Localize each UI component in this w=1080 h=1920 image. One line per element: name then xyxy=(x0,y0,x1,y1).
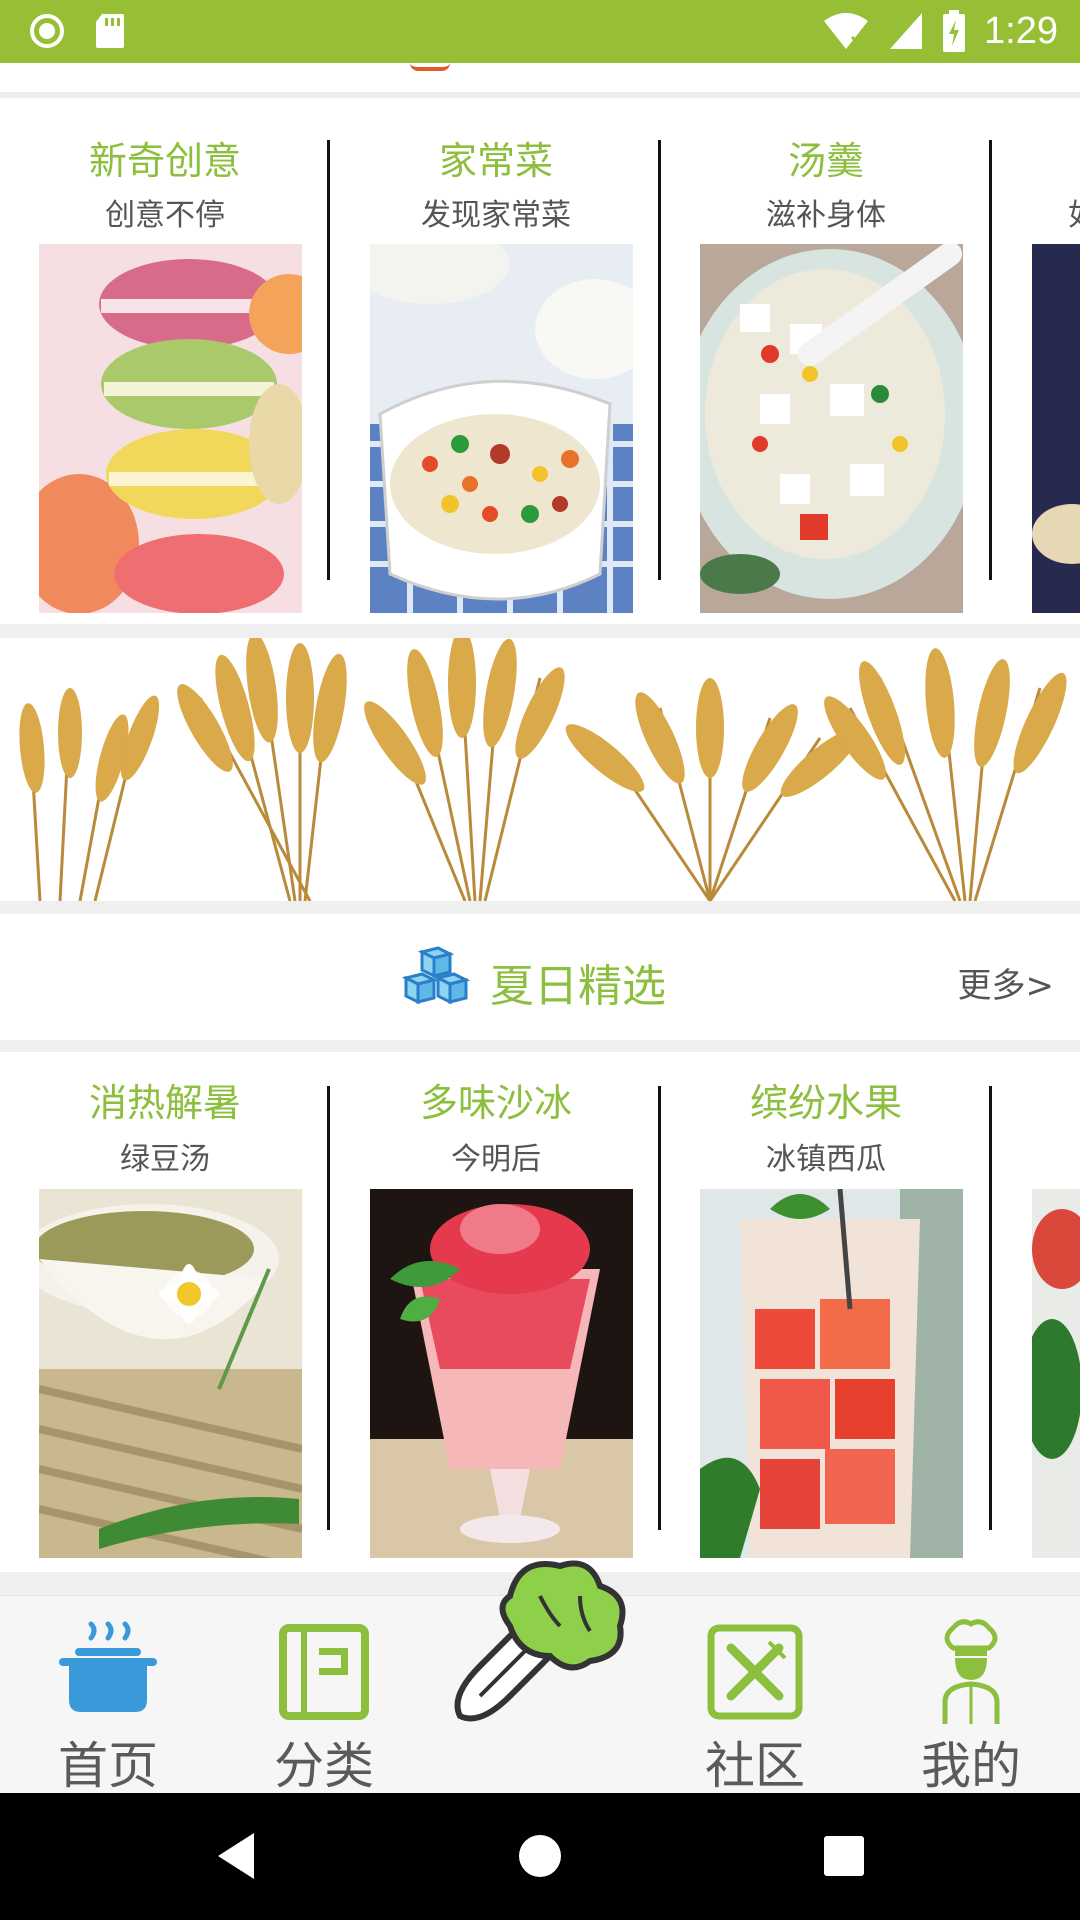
nav-label: 分类 xyxy=(274,1737,374,1795)
card-subtitle: 创意不停 xyxy=(105,198,225,233)
card-title: 汤羹 xyxy=(787,139,864,183)
category-card[interactable]: 如 xyxy=(992,104,1080,624)
card-subtitle: 滋补身体 xyxy=(766,198,886,233)
ice-cubes-icon xyxy=(401,946,471,1005)
card-title: 消热解暑 xyxy=(88,1081,241,1125)
home-icon[interactable] xyxy=(517,1833,563,1879)
center-cabbage-button[interactable] xyxy=(440,1546,640,1746)
nav-profile[interactable]: 我的 xyxy=(891,1596,1051,1795)
section-title: 夏日精选 xyxy=(490,961,666,1012)
category-card[interactable]: 家常菜 发现家常菜 xyxy=(331,104,661,624)
category-row-1: 新奇创意 创意不停 家常菜 发现家常菜 汤羹 滋补身体 xyxy=(0,104,1080,624)
partial-dish-image xyxy=(1032,244,1080,613)
clock-time: 1:29 xyxy=(984,9,1058,52)
system-navigation-bar xyxy=(0,1793,1080,1920)
category-card[interactable]: 新奇创意 创意不停 xyxy=(0,104,330,624)
status-bar: 1:29 xyxy=(0,0,1080,63)
card-title: 家常菜 xyxy=(438,139,553,183)
category-card[interactable]: 缤纷水果 冰镇西瓜 xyxy=(661,1052,991,1572)
partial-fruit-image xyxy=(1032,1189,1080,1558)
category-card[interactable]: 消热解暑 绿豆汤 xyxy=(0,1052,330,1572)
more-link[interactable]: 更多> xyxy=(958,958,1055,1007)
nav-category[interactable]: 分类 xyxy=(244,1596,404,1795)
watermelon-drink-image xyxy=(700,1189,963,1558)
summer-picks-header: 夏日精选 更多> xyxy=(0,914,1080,1040)
category-row-2: 消热解暑 绿豆汤 多味沙冰 今明后 缤纷水果 冰镇西瓜 xyxy=(0,1052,1080,1572)
category-card[interactable]: 多味沙冰 今明后 xyxy=(331,1052,661,1572)
previous-section-edge xyxy=(0,63,1080,98)
mung-bean-soup-image xyxy=(39,1189,302,1558)
category-card[interactable] xyxy=(992,1052,1080,1572)
card-subtitle: 如 xyxy=(1068,190,1080,234)
back-icon[interactable] xyxy=(214,1831,258,1881)
section-gap xyxy=(0,1040,1080,1052)
cabbage-icon xyxy=(454,1560,626,1722)
nav-home[interactable]: 首页 xyxy=(28,1596,188,1795)
battery-charging-icon xyxy=(943,10,966,52)
card-subtitle: 冰镇西瓜 xyxy=(766,1142,886,1177)
section-gap xyxy=(0,624,1080,638)
card-subtitle: 发现家常菜 xyxy=(421,198,571,233)
card-divider xyxy=(327,1086,330,1530)
sd-card-icon xyxy=(96,14,124,48)
nav-label: 首页 xyxy=(58,1737,158,1795)
wifi-off-icon xyxy=(824,13,869,49)
tofu-soup-image xyxy=(700,244,963,613)
nav-label: 社区 xyxy=(705,1737,805,1795)
macarons-image xyxy=(39,244,302,613)
recents-icon[interactable] xyxy=(823,1835,865,1877)
pot-icon xyxy=(59,1621,157,1712)
chef-icon xyxy=(942,1619,1000,1724)
record-icon xyxy=(30,14,64,48)
card-title: 缤纷水果 xyxy=(749,1081,902,1125)
category-card[interactable]: 汤羹 滋补身体 xyxy=(661,104,991,624)
nav-label: 我的 xyxy=(921,1737,1021,1795)
card-subtitle: 绿豆汤 xyxy=(120,1142,210,1177)
wheat-banner-image[interactable] xyxy=(0,628,1080,902)
fork-knife-icon xyxy=(707,1624,803,1720)
card-title: 多味沙冰 xyxy=(419,1081,572,1125)
card-divider xyxy=(327,140,330,580)
fried-rice-image xyxy=(370,244,633,613)
nav-community[interactable]: 社区 xyxy=(675,1596,835,1795)
section-gap xyxy=(0,901,1080,914)
notebook-icon xyxy=(279,1624,369,1720)
partial-decoration xyxy=(410,63,450,71)
bottom-navigation: 首页 分类 社区 我的 xyxy=(0,1560,1080,1795)
card-subtitle: 今明后 xyxy=(451,1142,541,1177)
card-title: 新奇创意 xyxy=(88,139,241,183)
signal-icon xyxy=(890,13,923,49)
shaved-ice-image xyxy=(370,1189,633,1558)
